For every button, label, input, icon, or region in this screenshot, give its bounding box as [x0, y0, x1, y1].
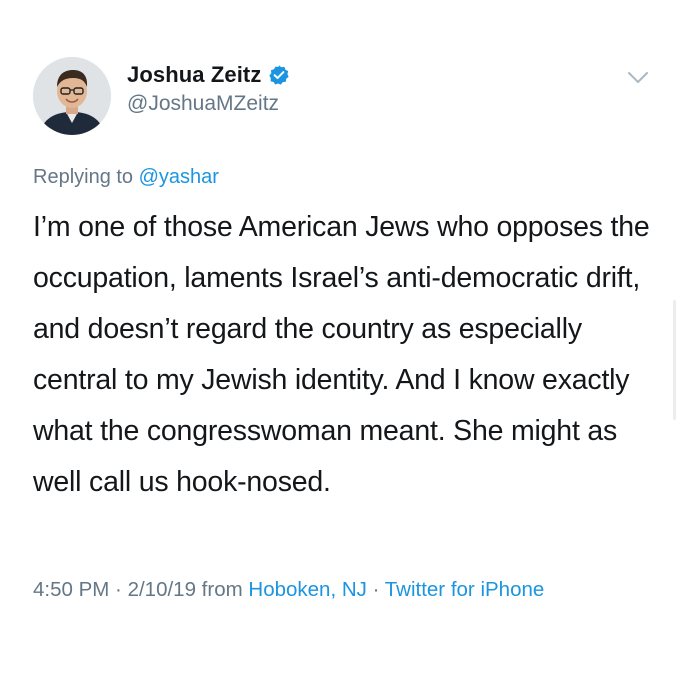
tweet-text: I’m one of those American Jews who oppos…: [33, 211, 650, 498]
replying-to-line: Replying to @yashar: [33, 166, 219, 189]
tweet-meta: 4:50 PM · 2/10/19 from Hoboken, NJ · Twi…: [33, 578, 544, 602]
location-link[interactable]: Hoboken, NJ: [248, 578, 367, 601]
meta-separator: ·: [109, 578, 128, 601]
tweet-card: Joshua Zeitz @JoshuaMZeitz Replying to @…: [0, 0, 680, 680]
author-name-row[interactable]: Joshua Zeitz: [127, 60, 290, 90]
meta-separator: ·: [366, 578, 385, 601]
scrollbar[interactable]: [673, 300, 676, 420]
display-name[interactable]: Joshua Zeitz: [127, 62, 261, 88]
person-avatar-icon: [33, 57, 111, 135]
source-link[interactable]: Twitter for iPhone: [385, 578, 545, 601]
avatar[interactable]: [33, 57, 111, 135]
replying-to-label: Replying to: [33, 166, 134, 188]
tweet-time[interactable]: 4:50 PM: [33, 578, 109, 601]
reply-mention-link[interactable]: @yashar: [139, 166, 219, 188]
tweet-date[interactable]: 2/10/19: [128, 578, 196, 601]
author-handle[interactable]: @JoshuaMZeitz: [127, 92, 279, 116]
chevron-down-icon[interactable]: [626, 70, 650, 86]
verified-badge-icon: [269, 65, 290, 85]
from-label: from: [195, 578, 249, 601]
